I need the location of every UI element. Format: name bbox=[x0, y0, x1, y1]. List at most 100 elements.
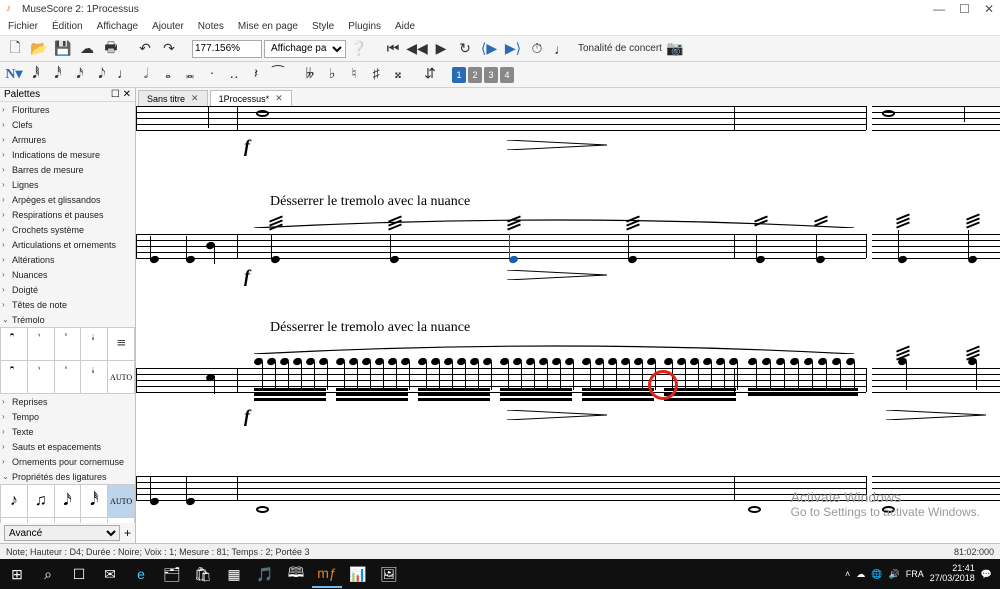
tremolo-cell[interactable]: ≡ bbox=[108, 328, 134, 360]
palette-tremolo[interactable]: Trémolo bbox=[0, 312, 135, 327]
tremolo-cell[interactable]: 𝆬 bbox=[55, 328, 81, 360]
menu-notes[interactable]: Notes bbox=[198, 21, 224, 32]
menu-edit[interactable]: Édition bbox=[52, 21, 83, 32]
duration-8th-icon[interactable]: 𝅘𝅥𝅮 bbox=[92, 64, 112, 86]
menu-view[interactable]: Affichage bbox=[97, 21, 139, 32]
duration-whole-icon[interactable]: 𝅝 bbox=[158, 64, 178, 86]
double-dot-icon[interactable]: ‥ bbox=[224, 64, 244, 86]
task-view-icon[interactable]: ☐ bbox=[64, 560, 94, 588]
beam-cell[interactable]: ♪ bbox=[1, 485, 27, 517]
tremolo-cell[interactable]: 𝆪 bbox=[1, 328, 27, 360]
menu-layout[interactable]: Mise en page bbox=[238, 21, 298, 32]
voice-4-button[interactable]: 4 bbox=[500, 67, 514, 83]
natural-icon[interactable]: ♮ bbox=[344, 64, 364, 86]
palette-text[interactable]: Texte bbox=[0, 424, 135, 439]
new-file-icon[interactable]: 🗋 bbox=[4, 38, 26, 60]
print-icon[interactable]: 🖶 bbox=[100, 38, 122, 60]
palette-breaths[interactable]: Respirations et pauses bbox=[0, 207, 135, 222]
app-icon[interactable]: 🕮 bbox=[281, 560, 311, 588]
duration-32nd-icon[interactable]: 𝅘𝅥𝅰 bbox=[48, 64, 68, 86]
tremolo-cell[interactable]: 𝆫 bbox=[28, 361, 54, 393]
save-icon[interactable]: 💾 bbox=[52, 38, 74, 60]
view-mode-select[interactable]: Affichage par page bbox=[264, 40, 346, 58]
palette-bagpipe[interactable]: Ornements pour cornemuse bbox=[0, 454, 135, 469]
tab-untitled[interactable]: Sans titre✕ bbox=[138, 90, 208, 106]
palette-accidentals[interactable]: Altérations bbox=[0, 252, 135, 267]
palette-beams[interactable]: Propriétés des ligatures bbox=[0, 469, 135, 484]
palettes-close-icon[interactable]: ☐ ✕ bbox=[111, 89, 131, 100]
palette-arpeggios[interactable]: Arpèges et glissandos bbox=[0, 192, 135, 207]
rest-icon[interactable]: 𝄽 bbox=[246, 64, 266, 86]
duration-half-icon[interactable]: 𝅗𝅥 bbox=[136, 64, 156, 86]
palette-clefs[interactable]: Clefs bbox=[0, 117, 135, 132]
concert-pitch-label[interactable]: Tonalité de concert bbox=[578, 43, 662, 54]
tray-notifications-icon[interactable]: 💬 bbox=[981, 569, 992, 580]
metronome-icon[interactable]: ⏱ bbox=[526, 38, 548, 60]
voice-3-button[interactable]: 3 bbox=[484, 67, 498, 83]
palette-breaks[interactable]: Sauts et espacements bbox=[0, 439, 135, 454]
beam-cell[interactable]: ♫ bbox=[28, 485, 54, 517]
loop-out-icon[interactable]: ▶⟩ bbox=[502, 38, 524, 60]
tie-icon[interactable]: ⁀ bbox=[268, 64, 288, 86]
palette-artic[interactable]: Articulations et ornements bbox=[0, 237, 135, 252]
app-icon[interactable]: ▦ bbox=[219, 560, 249, 588]
dot-icon[interactable]: · bbox=[202, 64, 222, 86]
palette-timesig[interactable]: Indications de mesure bbox=[0, 147, 135, 162]
beam-cell[interactable]: 𝅘𝅥𝅰 bbox=[81, 485, 107, 517]
start-button[interactable]: ⊞ bbox=[2, 560, 32, 588]
palette-workspace-select[interactable]: Avancé bbox=[4, 525, 120, 541]
edge-icon[interactable]: e bbox=[126, 560, 156, 588]
palette-barlines[interactable]: Barres de mesure bbox=[0, 162, 135, 177]
palette-lines[interactable]: Lignes bbox=[0, 177, 135, 192]
maximize-button[interactable]: ☐ bbox=[959, 2, 970, 16]
minimize-button[interactable]: — bbox=[933, 2, 945, 16]
palette-add-icon[interactable]: + bbox=[124, 526, 131, 540]
palette-tempo[interactable]: Tempo bbox=[0, 409, 135, 424]
camera-icon[interactable]: 📷 bbox=[664, 38, 686, 60]
rewind-icon[interactable]: ◀◀ bbox=[406, 38, 428, 60]
double-flat-icon[interactable]: 𝄫 bbox=[300, 64, 320, 86]
palette-noteheads[interactable]: Têtes de note bbox=[0, 297, 135, 312]
help-icon[interactable]: ❔ bbox=[348, 38, 370, 60]
tremolo-cell[interactable]: 𝆬 bbox=[55, 361, 81, 393]
tray-onedrive-icon[interactable]: ☁ bbox=[856, 569, 865, 580]
tab-close-icon[interactable]: ✕ bbox=[191, 93, 199, 104]
tremolo-cell[interactable]: 𝆭 bbox=[81, 328, 107, 360]
cloud-icon[interactable]: ☁ bbox=[76, 38, 98, 60]
tremolo-cell[interactable]: 𝆪 bbox=[1, 361, 27, 393]
tremolo-cell[interactable]: 𝆭 bbox=[81, 361, 107, 393]
palette-fingering[interactable]: Doigté bbox=[0, 282, 135, 297]
loop-icon[interactable]: ↻ bbox=[454, 38, 476, 60]
palette-dynamics[interactable]: Nuances bbox=[0, 267, 135, 282]
palette-grace[interactable]: Floritures bbox=[0, 102, 135, 117]
tray-volume-icon[interactable]: 🔊 bbox=[889, 569, 900, 580]
score-canvas[interactable]: Cl. bas Vl V Vi fDésserrer le tremolo av… bbox=[136, 106, 1000, 543]
menu-add[interactable]: Ajouter bbox=[152, 21, 184, 32]
close-button[interactable]: ✕ bbox=[984, 2, 994, 16]
note-input-mode-icon[interactable]: N▾ bbox=[4, 64, 24, 86]
loop-in-icon[interactable]: ⟨▶ bbox=[478, 38, 500, 60]
palette-brackets[interactable]: Crochets système bbox=[0, 222, 135, 237]
rewind-start-icon[interactable]: ⏮ bbox=[382, 38, 404, 60]
voice-1-button[interactable]: 1 bbox=[452, 67, 466, 83]
play-icon[interactable]: ▶ bbox=[430, 38, 452, 60]
tray-lang[interactable]: FRA bbox=[906, 569, 924, 579]
tray-up-icon[interactable]: ˄ bbox=[845, 569, 850, 579]
voice-2-button[interactable]: 2 bbox=[468, 67, 482, 83]
tremolo-cell[interactable]: 𝆫 bbox=[28, 328, 54, 360]
app-icon[interactable]: 🎵 bbox=[250, 560, 280, 588]
duration-64th-icon[interactable]: 𝅘𝅥𝅱 bbox=[26, 64, 46, 86]
open-file-icon[interactable]: 📂 bbox=[28, 38, 50, 60]
count-in-icon[interactable]: ♩ bbox=[550, 38, 572, 60]
search-icon[interactable]: ⌕ bbox=[33, 560, 63, 588]
app-icon[interactable]: 📊 bbox=[343, 560, 373, 588]
duration-breve-icon[interactable]: 𝅜 bbox=[180, 64, 200, 86]
tab-processus[interactable]: 1Processus*✕ bbox=[210, 90, 292, 106]
undo-icon[interactable]: ↶ bbox=[134, 38, 156, 60]
palette-repeats[interactable]: Reprises bbox=[0, 394, 135, 409]
tab-close-icon[interactable]: ✕ bbox=[275, 93, 283, 104]
menu-file[interactable]: Fichier bbox=[8, 21, 38, 32]
redo-icon[interactable]: ↷ bbox=[158, 38, 180, 60]
app-icon[interactable]: 🖼 bbox=[374, 560, 404, 588]
mail-icon[interactable]: ✉ bbox=[95, 560, 125, 588]
